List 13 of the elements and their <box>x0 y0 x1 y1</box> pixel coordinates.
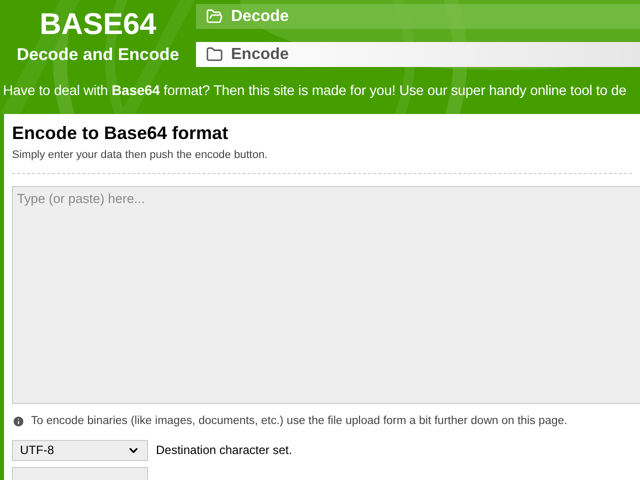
folder-icon <box>206 46 223 63</box>
folder-icon <box>206 8 223 25</box>
note-text: To encode binaries (like images, documents, etc.) use the file upload form a bit further down on this page. <box>31 414 568 428</box>
charset-select[interactable]: UTF-8 <box>12 440 148 461</box>
charset-label: Destination character set. <box>156 442 292 460</box>
logo-title: BASE64 <box>40 8 156 42</box>
panel-title: Encode to Base64 format <box>12 122 230 144</box>
logo-subtitle: Decode and Encode <box>16 44 180 66</box>
nav-tab[interactable]: Encode <box>196 42 640 67</box>
input-field[interactable]: Type (or paste) here... <box>12 186 640 404</box>
info-icon <box>12 414 25 428</box>
intro-text: Have to deal with Base64 format? Then this site is made for you! Use our super handy online tool to de <box>2 81 628 100</box>
panel-subtitle: Simply enter your data then push the encode button. <box>12 148 269 163</box>
